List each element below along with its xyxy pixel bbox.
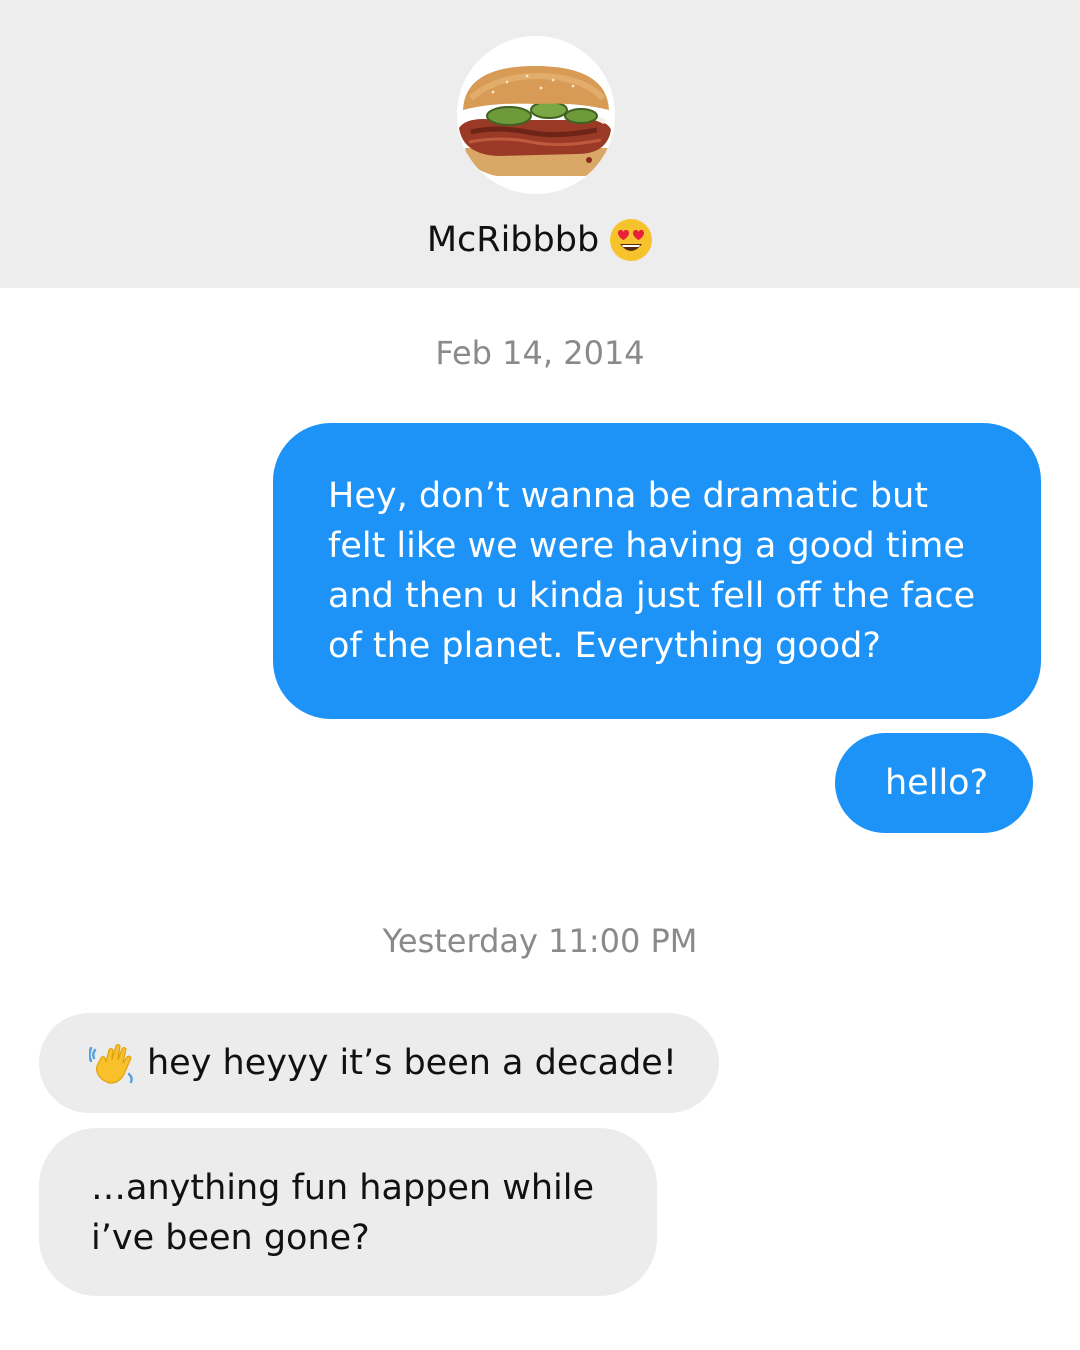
message-line: i’ve been gone? bbox=[91, 1218, 370, 1258]
contact-name: McRibbbb bbox=[426, 220, 600, 260]
message-line: hello? bbox=[885, 763, 989, 803]
message-line: of the planet. Everything good? bbox=[328, 626, 881, 666]
chat-screen: McRibbbb Feb 14, 2014 Hey, don’t wanna b… bbox=[0, 0, 1080, 1350]
message-line: and then u kinda just fell off the face bbox=[328, 576, 976, 616]
sent-message-bubble[interactable]: Hey, don’t wanna be dramatic but felt li… bbox=[273, 423, 1041, 719]
contact-name-row[interactable]: McRibbbb bbox=[0, 212, 1080, 268]
message-line: hey heyyy it’s been a decade! bbox=[147, 1043, 677, 1083]
message-line: …anything fun happen while bbox=[91, 1168, 595, 1208]
message-line: Hey, don’t wanna be dramatic but bbox=[328, 476, 929, 516]
contact-avatar[interactable] bbox=[457, 36, 615, 194]
conversation-timestamp: Yesterday 11:00 PM bbox=[382, 922, 698, 960]
heart-eyes-emoji-icon bbox=[609, 218, 653, 262]
conversation-timestamp: Feb 14, 2014 bbox=[435, 334, 645, 372]
waving-hand-emoji-icon bbox=[89, 1040, 135, 1086]
received-message-bubble[interactable]: hey heyyy it’s been a decade! bbox=[39, 1013, 719, 1113]
received-message-bubble[interactable]: …anything fun happen while i’ve been gon… bbox=[39, 1128, 657, 1296]
chat-header: McRibbbb bbox=[0, 0, 1080, 288]
message-line: felt like we were having a good time bbox=[328, 526, 965, 566]
sent-message-bubble[interactable]: hello? bbox=[835, 733, 1033, 833]
mcrib-sandwich-icon bbox=[457, 36, 615, 194]
